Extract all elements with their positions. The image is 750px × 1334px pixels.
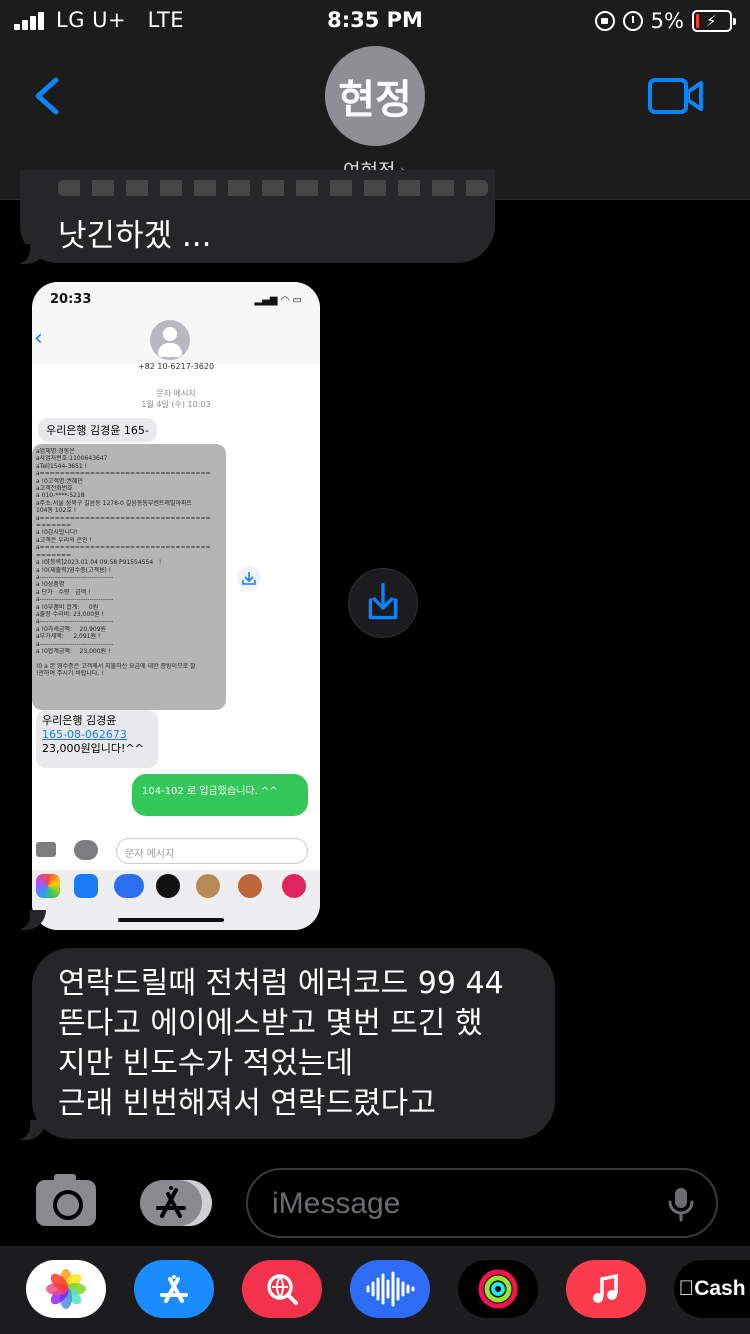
apple-cash-label: Cash [678,1277,745,1300]
screenshot-home-indicator [118,918,224,922]
receipt-line: a !0[등록]2023.01.04 09:58 P91554554 ! [36,559,162,567]
receipt-line: a부가세액: 2,091원 ! [36,633,101,641]
screenshot-memoji-icon [196,874,220,898]
receipt-line: a업체명:경동온 [36,448,75,455]
receipt-line: a================================== [36,514,211,522]
rotation-lock-icon [594,11,615,31]
screenshot-apps-icon [74,840,98,860]
receipt-line: a사업자번호:1100643647 [36,455,108,463]
account-bank: 우리은행 김경윤 [42,714,117,727]
receipt-line: a================================== [36,470,211,478]
screenshot-activity-icon [156,874,180,898]
account-number: 165-08-062673 [42,728,127,741]
receipt-line: a !0부품비 합계: 0원 [36,603,99,611]
bubble-tail [12,1120,46,1140]
message-text: 낫긴하겠 ... [58,218,212,254]
receipt-line [36,655,222,662]
receipt-line: aTel)1544-3651 ! [36,462,88,470]
app-store-icon[interactable] [134,1260,214,1318]
microphone-icon[interactable] [666,1186,696,1222]
facetime-video-icon[interactable] [648,78,704,114]
screenshot-audio-icon [114,874,144,898]
receipt-line: a !0합계금액: 23,000원 ! [36,647,111,655]
receipt-line: a !0고객명:권혜민 [36,477,83,485]
activity-icon[interactable] [458,1260,538,1318]
battery-percent: 5% [650,9,684,33]
receipt-line: a 단가 수량 금액 ! [36,588,91,596]
receipt-line: a고객은 우리의 은인 ! [36,536,92,544]
status-right: 5% ⚡ [594,8,736,34]
receipt-line: a================================== [36,544,211,552]
app-store-apps-icon[interactable] [140,1180,212,1226]
screenshot-status-icons: ▂▄▆ ◠ ▭ [254,295,302,306]
receipt-line: a 010-****-5218 [36,492,85,500]
screenshot-bubble-1: 우리은행 김경윤 165- [38,418,157,442]
imessage-input[interactable] [272,1184,652,1224]
save-download-icon[interactable] [348,568,418,638]
photos-app-icon[interactable] [26,1260,106,1318]
music-icon[interactable] [566,1260,646,1318]
message-text: 연락드릴때 전처럼 에러코드 99 44 뜬다고 에이에스받고 몇번 뜨긴 했 … [58,966,504,1121]
receipt-line: a !0상품명 [36,581,65,589]
imessage-input-container [246,1168,718,1238]
screenshot-outgoing-sms: 104-102 로 입금했습니다. ^^ [132,774,308,816]
account-amount: 23,000원입니다!^^ [42,742,144,755]
status-bar: LG U+ LTE 8:35 PM 5% ⚡ [0,0,750,40]
alarm-icon [622,11,643,31]
screenshot-receipt-bubble: a업체명:경동온 a사업자번호:1100643647 aTel)1544-3651 … [32,444,226,710]
receipt-lines: a업체명:경동온 a사업자번호:1100643647 aTel)1544-3651 … [36,448,222,678]
screenshot-memoji2-icon [238,874,262,898]
battery-icon: ⚡ [692,10,736,32]
screenshot-appstore-icon [74,874,98,898]
incoming-message-bubble[interactable]: 연락드릴때 전처럼 에러코드 99 44 뜬다고 에이에스받고 몇번 뜨긴 했 … [32,948,555,1139]
screenshot-image-attachment[interactable]: 20:33 ▂▄▆ ◠ ▭ ‹ +82 10-6217-3620 문자 메시지 … [32,282,320,930]
back-chevron-icon[interactable] [30,76,66,116]
screenshot-phone-number: +82 10-6217-3620 [137,362,215,371]
screenshot-input-field: 문자 메시지 [116,838,308,864]
screenshot-photos-icon [36,874,60,898]
screenshot-camera-icon [36,842,56,857]
apple-cash-icon[interactable]: Cash [674,1260,750,1318]
screenshot-bubble-account: 우리은행 김경윤 165-08-062673 23,000원입니다!^^ [36,710,158,768]
screenshot-time: 20:33 [50,292,92,307]
receipt-line: !0 a 본 영수증은 고객께서 지불하신 요금에 대한 증빙이므로 잘 [36,662,196,670]
receipt-line: a !0(재출력)영수증(고객용) ! [36,566,112,574]
receipt-line: a---------------------------------- [36,618,114,626]
screenshot-avatar [150,320,190,360]
screenshot-heart-icon [282,874,306,898]
receipt-line: ======= [36,551,72,559]
receipt-line: a---------------------------------- [36,573,114,581]
receipt-line: 104동 102호 ! [36,507,77,515]
camera-icon[interactable] [36,1174,96,1226]
receipt-line: a주소:서울 성북구 길음동 1278-0 길음동동부센트레빌아파트 [36,499,193,507]
receipt-line: a출장 수리비: 23,000원 ! [36,610,104,618]
receipt-line: ======= [36,522,72,530]
receipt-line: a---------------------------------- [36,596,114,604]
incoming-message-bubble[interactable]: 낫긴하겠 ... [20,170,495,263]
cut-off-text [58,180,488,196]
receipt-line: a고객전화번호 [36,485,73,493]
bubble-tail [12,244,46,264]
receipt-line: a !0과세금액: 20,909원 [36,625,107,633]
audio-message-icon[interactable] [350,1260,430,1318]
contact-avatar[interactable]: 현정 [325,46,425,146]
screenshot-message-meta: 문자 메시지 1월 4일 (수) 10:03 [141,389,211,409]
screenshot-back-icon: ‹ [34,326,43,351]
web-search-icon[interactable] [242,1260,322,1318]
screenshot-save-icon [237,566,261,590]
receipt-line: a !0감사합니다! [36,529,78,537]
receipt-line: a---------------------------------- [36,640,114,648]
receipt-line: !관하여 주시기 바랍니다. ! [36,670,104,678]
